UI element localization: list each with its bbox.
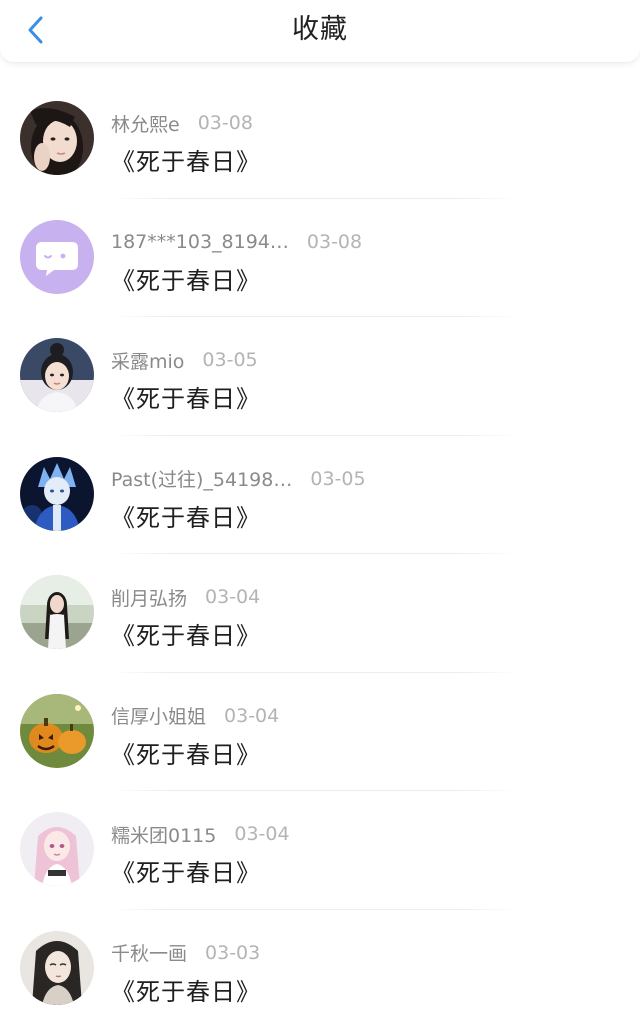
item-meta: Past(过往)_54198… 03-05 [111,466,366,492]
work-title[interactable]: 《死于春日》 [111,261,261,296]
work-title[interactable]: 《死于春日》 [111,142,261,177]
user-name[interactable]: 糯米团0115 [111,821,216,848]
user-avatar[interactable] [20,457,94,531]
favorite-date: 03-08 [198,112,253,134]
user-name[interactable]: 信厚小姐姐 [111,702,206,729]
user-avatar[interactable] [20,338,94,412]
item-meta: 糯米团0115 03-04 [111,821,290,847]
user-avatar[interactable] [20,812,94,886]
favorite-item[interactable]: 林允熙e 03-08 《死于春日》 [0,80,640,199]
favorite-item[interactable]: 采露mio 03-05 《死于春日》 [0,317,640,436]
favorite-date: 03-05 [310,468,365,490]
user-avatar[interactable] [20,694,94,768]
user-name[interactable]: 采露mio [111,347,184,374]
favorite-item[interactable]: 信厚小姐姐 03-04 《死于春日》 [0,673,640,792]
item-meta: 林允熙e 03-08 [111,110,253,136]
user-name[interactable]: 千秋一画 [111,939,187,966]
favorite-date: 03-04 [205,586,260,608]
user-name[interactable]: 林允熙e [111,110,180,137]
work-title[interactable]: 《死于春日》 [111,853,261,888]
favorite-item[interactable]: Past(过往)_54198… 03-05 《死于春日》 [0,436,640,555]
favorite-date: 03-03 [205,942,260,964]
user-name[interactable]: Past(过往)_54198… [111,465,292,492]
favorite-item[interactable]: 千秋一画 03-03 《死于春日》 [0,910,640,1028]
user-avatar[interactable] [20,101,94,175]
favorites-list: 林允熙e 03-08 《死于春日》 187***103_8194… 03-08 … [0,80,640,1028]
favorite-date: 03-04 [234,823,289,845]
item-meta: 采露mio 03-05 [111,347,258,373]
favorite-date: 03-08 [307,231,362,253]
favorite-item[interactable]: 糯米团0115 03-04 《死于春日》 [0,791,640,910]
favorite-item[interactable]: 削月弘扬 03-04 《死于春日》 [0,554,640,673]
top-bar: 收藏 [0,0,640,63]
favorite-date: 03-05 [202,349,257,371]
work-title[interactable]: 《死于春日》 [111,616,261,651]
user-avatar[interactable] [20,220,94,294]
item-meta: 削月弘扬 03-04 [111,584,260,610]
work-title[interactable]: 《死于春日》 [111,379,261,414]
user-name[interactable]: 削月弘扬 [111,584,187,611]
work-title[interactable]: 《死于春日》 [111,972,261,1007]
user-name[interactable]: 187***103_8194… [111,231,289,253]
item-meta: 187***103_8194… 03-08 [111,229,362,255]
user-avatar[interactable] [20,931,94,1005]
work-title[interactable]: 《死于春日》 [111,735,261,770]
work-title[interactable]: 《死于春日》 [111,498,261,533]
item-meta: 信厚小姐姐 03-04 [111,703,279,729]
item-meta: 千秋一画 03-03 [111,940,260,966]
page-title: 收藏 [0,10,640,50]
user-avatar[interactable] [20,575,94,649]
favorite-item[interactable]: 187***103_8194… 03-08 《死于春日》 [0,199,640,318]
favorite-date: 03-04 [224,705,279,727]
